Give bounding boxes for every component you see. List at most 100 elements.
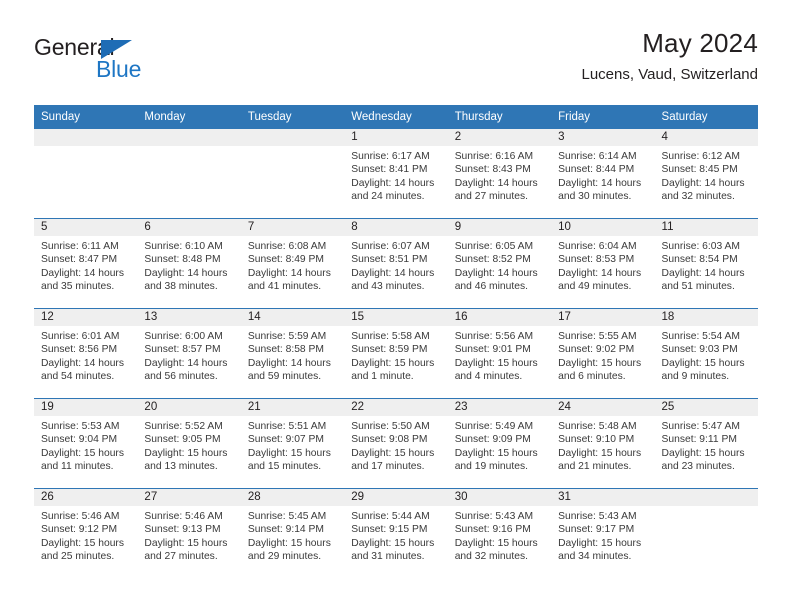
day-number-band: 8: [344, 219, 448, 236]
daylight-text-line2: and 46 minutes.: [454, 281, 528, 293]
day-cell[interactable]: 22 Sunrise: 5:50 AM Sunset: 9:08 PM Dayligh…: [344, 399, 448, 488]
daylight-text-line2: and 4 minutes.: [454, 371, 523, 383]
day-cell[interactable]: 27 Sunrise: 5:46 AM Sunset: 9:13 PM Dayligh…: [137, 489, 241, 578]
sunset-text: Sunset: 8:49 PM: [247, 254, 324, 266]
day-cell[interactable]: 4 Sunrise: 6:12 AM Sunset: 8:45 PM Daylight…: [654, 129, 758, 218]
sunrise-text: Sunrise: 6:07 AM: [351, 241, 430, 252]
weekday-header-friday: Friday: [558, 111, 591, 123]
day-cell[interactable]: 2 Sunrise: 6:16 AM Sunset: 8:43 PM Daylight…: [447, 129, 552, 218]
day-cell[interactable]: 1 Sunrise: 6:17 AM Sunset: 8:41 PM Daylight…: [344, 129, 448, 218]
day-number-band: 15: [344, 309, 448, 326]
sunset-text: Sunset: 8:54 PM: [661, 254, 738, 266]
sunset-text: Sunset: 9:03 PM: [661, 344, 738, 356]
sunrise-text: Sunrise: 6:00 AM: [144, 331, 223, 342]
sunrise-text: Sunrise: 5:58 AM: [351, 331, 430, 342]
day-number-band: 30: [447, 489, 552, 506]
daylight-text-line2: and 27 minutes.: [454, 191, 528, 203]
sunrise-text: Sunrise: 6:17 AM: [351, 151, 430, 162]
sunset-text: Sunset: 8:52 PM: [454, 254, 531, 266]
daylight-text-line1: Daylight: 15 hours: [247, 447, 331, 459]
day-details: Sunrise: 5:45 AM Sunset: 9:14 PM Daylight:…: [241, 506, 344, 564]
day-number: 25: [661, 401, 675, 413]
day-number-band: 14: [240, 309, 345, 326]
sunset-text: Sunset: 9:12 PM: [41, 524, 118, 536]
day-cell-empty: [34, 129, 138, 218]
day-details: Sunrise: 6:07 AM Sunset: 8:51 PM Daylight:…: [344, 236, 447, 294]
day-cell[interactable]: 5 Sunrise: 6:11 AM Sunset: 8:47 PM Daylight…: [34, 219, 138, 308]
day-number-band: 9: [447, 219, 552, 236]
day-number: 1: [351, 131, 358, 143]
day-number: 12: [41, 311, 54, 323]
day-cell[interactable]: 7 Sunrise: 6:08 AM Sunset: 8:49 PM Daylight…: [240, 219, 345, 308]
day-details: Sunrise: 6:12 AM Sunset: 8:45 PM Daylight:…: [655, 146, 758, 204]
daylight-text-line1: Daylight: 15 hours: [661, 357, 745, 369]
day-cell[interactable]: 15 Sunrise: 5:58 AM Sunset: 8:59 PM Dayligh…: [344, 309, 448, 398]
day-cell[interactable]: 11 Sunrise: 6:03 AM Sunset: 8:54 PM Dayligh…: [654, 219, 758, 308]
daylight-text-line2: and 9 minutes.: [661, 371, 730, 383]
sunrise-text: Sunrise: 5:59 AM: [247, 331, 327, 342]
daylight-text-line2: and 23 minutes.: [661, 461, 735, 473]
day-cell[interactable]: 24 Sunrise: 5:48 AM Sunset: 9:10 PM Dayligh…: [551, 399, 655, 488]
day-details: [241, 146, 344, 150]
sunrise-text: Sunrise: 5:46 AM: [41, 511, 120, 522]
day-cell[interactable]: 31 Sunrise: 5:43 AM Sunset: 9:17 PM Dayligh…: [551, 489, 655, 578]
day-cell[interactable]: 10 Sunrise: 6:04 AM Sunset: 8:53 PM Dayligh…: [551, 219, 655, 308]
day-details: Sunrise: 5:51 AM Sunset: 9:07 PM Daylight:…: [241, 416, 344, 474]
day-details: Sunrise: 5:46 AM Sunset: 9:12 PM Daylight:…: [34, 506, 137, 564]
day-cell[interactable]: 23 Sunrise: 5:49 AM Sunset: 9:09 PM Dayligh…: [447, 399, 552, 488]
sunrise-text: Sunrise: 6:16 AM: [454, 151, 534, 162]
daylight-text-line1: Daylight: 15 hours: [41, 537, 124, 549]
daylight-text-line2: and 54 minutes.: [41, 371, 115, 383]
day-cell[interactable]: 30 Sunrise: 5:43 AM Sunset: 9:16 PM Dayligh…: [447, 489, 552, 578]
weekday-header-tuesday: Tuesday: [247, 111, 292, 123]
daylight-text-line1: Daylight: 15 hours: [351, 537, 435, 549]
day-number: 7: [247, 221, 255, 233]
sunrise-text: Sunrise: 6:10 AM: [144, 241, 223, 252]
day-cell[interactable]: 29 Sunrise: 5:44 AM Sunset: 9:15 PM Dayligh…: [344, 489, 448, 578]
calendar-week-row: 12 Sunrise: 6:01 AM Sunset: 8:56 PM Dayligh…: [34, 308, 758, 398]
day-cell[interactable]: 21 Sunrise: 5:51 AM Sunset: 9:07 PM Dayligh…: [240, 399, 345, 488]
sunset-text: Sunset: 9:17 PM: [558, 524, 635, 536]
day-cell[interactable]: 16 Sunrise: 5:56 AM Sunset: 9:01 PM Dayligh…: [447, 309, 552, 398]
weekday-header-sunday: Sunday: [41, 111, 81, 123]
day-cell[interactable]: 25 Sunrise: 5:47 AM Sunset: 9:11 PM Dayligh…: [654, 399, 758, 488]
daylight-text-line1: Daylight: 14 hours: [144, 357, 228, 369]
day-cell[interactable]: 3 Sunrise: 6:14 AM Sunset: 8:44 PM Daylight…: [551, 129, 655, 218]
day-cell[interactable]: 17 Sunrise: 5:55 AM Sunset: 9:02 PM Dayligh…: [551, 309, 655, 398]
day-cell[interactable]: 12 Sunrise: 6:01 AM Sunset: 8:56 PM Dayligh…: [34, 309, 138, 398]
day-number-band: 26: [34, 489, 138, 506]
day-cell[interactable]: 18 Sunrise: 5:54 AM Sunset: 9:03 PM Dayligh…: [654, 309, 758, 398]
day-number-band: [654, 489, 758, 506]
sunrise-text: Sunrise: 6:03 AM: [661, 241, 740, 252]
day-details: Sunrise: 6:11 AM Sunset: 8:47 PM Daylight:…: [34, 236, 137, 294]
day-details: Sunrise: 6:00 AM Sunset: 8:57 PM Daylight:…: [137, 326, 240, 384]
day-cell[interactable]: 9 Sunrise: 6:05 AM Sunset: 8:52 PM Daylight…: [447, 219, 552, 308]
sunrise-text: Sunrise: 5:56 AM: [454, 331, 534, 342]
day-number: 10: [558, 221, 571, 233]
day-number-band: [137, 129, 241, 146]
day-cell[interactable]: 8 Sunrise: 6:07 AM Sunset: 8:51 PM Daylight…: [344, 219, 448, 308]
day-cell[interactable]: 26 Sunrise: 5:46 AM Sunset: 9:12 PM Dayligh…: [34, 489, 138, 578]
daylight-text-line1: Daylight: 14 hours: [41, 357, 124, 369]
calendar-week-row: 26 Sunrise: 5:46 AM Sunset: 9:12 PM Dayligh…: [34, 488, 758, 578]
day-cell[interactable]: 13 Sunrise: 6:00 AM Sunset: 8:57 PM Dayligh…: [137, 309, 241, 398]
daylight-text-line2: and 27 minutes.: [144, 551, 218, 563]
day-cell[interactable]: 19 Sunrise: 5:53 AM Sunset: 9:04 PM Dayligh…: [34, 399, 138, 488]
day-number: 24: [558, 401, 571, 413]
sunset-text: Sunset: 9:08 PM: [351, 434, 428, 446]
day-cell[interactable]: 28 Sunrise: 5:45 AM Sunset: 9:14 PM Dayligh…: [240, 489, 345, 578]
day-number: 20: [144, 401, 158, 413]
day-details: Sunrise: 5:48 AM Sunset: 9:10 PM Daylight:…: [551, 416, 654, 474]
day-details: Sunrise: 6:08 AM Sunset: 8:49 PM Daylight:…: [241, 236, 344, 294]
calendar-page: General Blue May 2024 Lucens, Vaud, Swit…: [0, 0, 792, 612]
day-number-band: 27: [137, 489, 241, 506]
day-details: Sunrise: 6:17 AM Sunset: 8:41 PM Daylight:…: [344, 146, 447, 204]
day-details: Sunrise: 6:03 AM Sunset: 8:54 PM Daylight:…: [655, 236, 758, 294]
day-cell[interactable]: 20 Sunrise: 5:52 AM Sunset: 9:05 PM Dayligh…: [137, 399, 241, 488]
weekday-header-saturday: Saturday: [661, 111, 708, 123]
day-cell[interactable]: 6 Sunrise: 6:10 AM Sunset: 8:48 PM Daylight…: [137, 219, 241, 308]
day-cell[interactable]: 14 Sunrise: 5:59 AM Sunset: 8:58 PM Dayligh…: [240, 309, 345, 398]
daylight-text-line1: Daylight: 15 hours: [247, 537, 331, 549]
day-number-band: 10: [551, 219, 655, 236]
day-number-band: 1: [344, 129, 448, 146]
